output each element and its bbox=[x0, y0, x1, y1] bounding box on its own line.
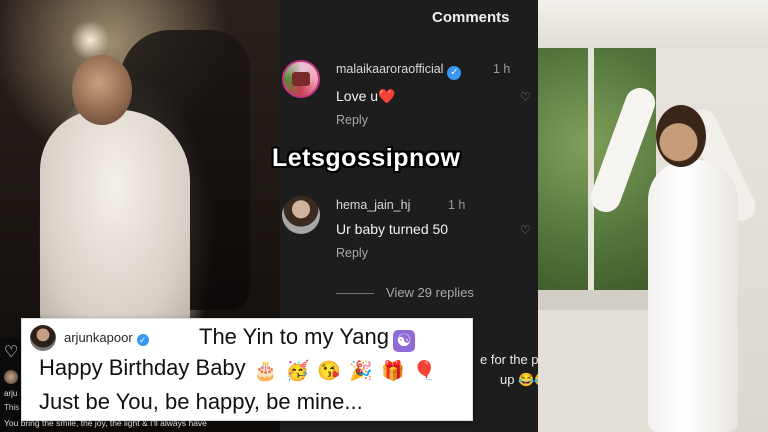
sparkle-light bbox=[70, 20, 110, 60]
avatar[interactable] bbox=[4, 370, 18, 384]
woman-head bbox=[72, 55, 132, 125]
woman-head bbox=[656, 105, 706, 167]
like-heart-icon[interactable]: ♡ bbox=[520, 223, 532, 237]
comments-title: Comments bbox=[432, 9, 510, 26]
comment-time: 1 h bbox=[493, 62, 511, 76]
comment-username[interactable]: malaikaaroraofficial ✓ bbox=[336, 62, 462, 80]
verified-badge-icon: ✓ bbox=[136, 334, 149, 346]
party-popper-emoji-icon: 🎉 bbox=[349, 361, 373, 382]
avatar[interactable] bbox=[30, 325, 56, 351]
partial-username: arju bbox=[4, 389, 18, 398]
comment-text: Ur baby turned 50 bbox=[336, 221, 449, 237]
shelf bbox=[538, 310, 658, 432]
yin-yang-icon: ☯ bbox=[392, 330, 415, 352]
window bbox=[538, 45, 656, 295]
balloon-emoji-icon: 🎈 bbox=[412, 361, 437, 382]
avatar[interactable] bbox=[282, 196, 320, 234]
window-sill bbox=[538, 290, 658, 310]
heart-outline-icon[interactable]: ♡ bbox=[4, 342, 18, 362]
bottom-caption-text: You bring the smile, the joy, the light … bbox=[4, 418, 207, 428]
reply-button[interactable]: Reply bbox=[336, 246, 368, 260]
partial-comment-text: e for the p bbox=[480, 352, 539, 367]
view-replies-button[interactable]: View 29 replies bbox=[386, 285, 474, 300]
caption-card: arjunkapoor ✓ The Yin to my Yang ☯ Happy B… bbox=[21, 318, 473, 421]
party-face-emoji-icon: 🥳 bbox=[285, 361, 310, 382]
comment-username[interactable]: hema_jain_hj bbox=[336, 198, 410, 212]
caption-line-1: The Yin to my Yang ☯ bbox=[199, 324, 415, 352]
comment-time: 1 h bbox=[448, 198, 466, 212]
kiss-face-emoji-icon: 😘 bbox=[317, 361, 342, 382]
avatar[interactable] bbox=[282, 60, 320, 98]
woman-photo bbox=[538, 0, 768, 432]
watermark: Letsgossipnow bbox=[272, 144, 461, 172]
gift-emoji-icon: 🎁 bbox=[380, 361, 405, 382]
caption-line-2: Happy Birthday Baby 🎂 🥳 😘 🎉 🎁 🎈 bbox=[39, 355, 437, 382]
cake-emoji-icon: 🎂 bbox=[253, 361, 278, 382]
caption-line-3: Just be You, be happy, be mine... bbox=[39, 389, 363, 414]
woman-in-white-dress bbox=[40, 110, 190, 325]
divider bbox=[336, 293, 374, 294]
like-heart-icon[interactable]: ♡ bbox=[520, 90, 532, 104]
partial-text: This bbox=[4, 403, 20, 412]
comment-text: Love u❤️ bbox=[336, 88, 396, 104]
woman-in-white-dress bbox=[648, 160, 738, 432]
window-blind bbox=[538, 0, 768, 48]
caption-username[interactable]: arjunkapoor ✓ bbox=[64, 330, 149, 346]
reply-button[interactable]: Reply bbox=[336, 113, 368, 127]
verified-badge-icon: ✓ bbox=[447, 66, 462, 80]
